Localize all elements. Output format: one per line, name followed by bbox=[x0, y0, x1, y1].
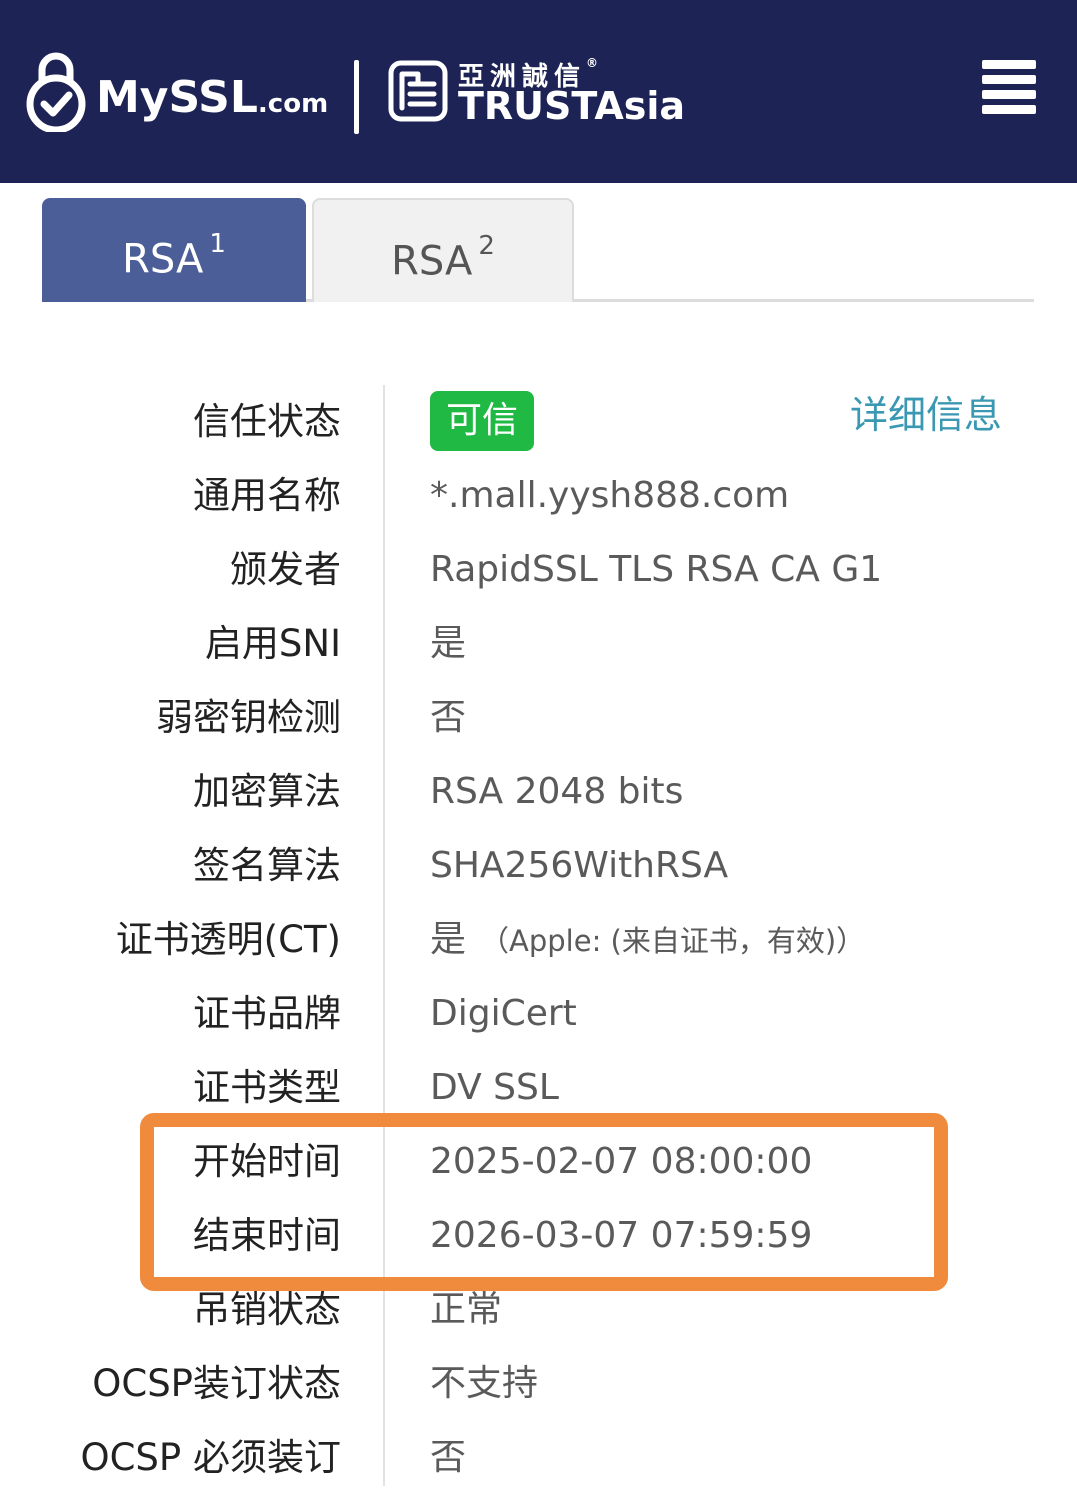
row-label: 证书类型 bbox=[193, 1066, 341, 1109]
trustasia-logo-icon bbox=[388, 60, 448, 122]
row-brand: 证书品牌 DigiCert bbox=[0, 977, 1077, 1051]
row-value: 2026-03-07 07:59:59 bbox=[430, 1215, 813, 1256]
brand-my: My bbox=[96, 72, 169, 123]
row-value: RapidSSL TLS RSA CA G1 bbox=[430, 549, 883, 590]
row-ocsp-must-staple: OCSP 必须装订 否 bbox=[0, 1421, 1077, 1495]
trust-status-badge: 可信 bbox=[430, 391, 535, 451]
row-value: 否 bbox=[430, 1437, 467, 1478]
row-value: 正常 bbox=[430, 1289, 503, 1330]
myssl-logo[interactable]: MySSL.com bbox=[24, 48, 344, 138]
row-value: RSA 2048 bits bbox=[430, 771, 684, 812]
registered-mark: ® bbox=[586, 56, 599, 70]
row-cert-type: 证书类型 DV SSL bbox=[0, 1051, 1077, 1125]
logo-divider bbox=[354, 60, 359, 134]
row-issuer: 颁发者 RapidSSL TLS RSA CA G1 bbox=[0, 533, 1077, 607]
trustasia-logo[interactable]: 亞洲誠信® TRUSTAsia bbox=[388, 56, 688, 136]
row-signature: 签名算法 SHA256WithRSA bbox=[0, 829, 1077, 903]
row-label: 证书透明(CT) bbox=[115, 918, 341, 961]
row-value: DigiCert bbox=[430, 993, 577, 1034]
lock-check-icon bbox=[26, 52, 86, 132]
row-value: *.mall.yysh888.com bbox=[430, 475, 790, 516]
row-common-name: 通用名称 *.mall.yysh888.com bbox=[0, 459, 1077, 533]
row-value: 2025-02-07 08:00:00 bbox=[430, 1141, 813, 1182]
row-label: 信任状态 bbox=[193, 400, 341, 443]
row-label: 吊销状态 bbox=[193, 1288, 341, 1331]
row-label: 弱密钥检测 bbox=[156, 696, 341, 739]
row-label: 通用名称 bbox=[193, 474, 341, 517]
row-label: 颁发者 bbox=[230, 548, 341, 591]
key-type-tabs: RSA 1 RSA 2 bbox=[42, 198, 1036, 304]
tab-rsa-1[interactable]: RSA 1 bbox=[42, 198, 306, 302]
row-ocsp-stapling: OCSP装订状态 不支持 bbox=[0, 1347, 1077, 1421]
row-label: OCSP 必须装订 bbox=[80, 1436, 341, 1479]
row-value: SHA256WithRSA bbox=[430, 845, 729, 886]
hamburger-menu-icon[interactable] bbox=[982, 60, 1036, 114]
brand-dotcom: .com bbox=[257, 89, 329, 119]
row-trust-status: 信任状态 可信 bbox=[0, 385, 1077, 459]
row-label: 证书品牌 bbox=[193, 992, 341, 1035]
row-encryption: 加密算法 RSA 2048 bits bbox=[0, 755, 1077, 829]
row-value: 可信 bbox=[430, 385, 535, 459]
row-value: 是 （Apple: (来自证书，有效)） bbox=[430, 903, 865, 977]
tab-label: RSA bbox=[122, 236, 204, 283]
tab-index: 1 bbox=[209, 229, 226, 259]
row-end-time: 结束时间 2026-03-07 07:59:59 bbox=[0, 1199, 1077, 1273]
row-value: 是 bbox=[430, 623, 467, 664]
row-value: DV SSL bbox=[430, 1067, 559, 1108]
site-header: MySSL.com 亞洲誠信® TRUSTAsia bbox=[0, 0, 1077, 183]
myssl-wordmark: MySSL.com bbox=[96, 70, 328, 132]
row-sni: 启用SNI 是 bbox=[0, 607, 1077, 681]
row-value: 否 bbox=[430, 697, 467, 738]
row-revocation: 吊销状态 正常 bbox=[0, 1273, 1077, 1347]
row-label: 签名算法 bbox=[193, 844, 341, 887]
row-weak-key: 弱密钥检测 否 bbox=[0, 681, 1077, 755]
ct-value: 是 bbox=[430, 919, 467, 960]
row-value: 不支持 bbox=[430, 1363, 539, 1404]
ct-note: （Apple: (来自证书，有效)） bbox=[480, 924, 866, 958]
row-start-time: 开始时间 2025-02-07 08:00:00 bbox=[0, 1125, 1077, 1199]
tab-rsa-2[interactable]: RSA 2 bbox=[312, 198, 574, 302]
row-label: 加密算法 bbox=[193, 770, 341, 813]
tab-index: 2 bbox=[478, 231, 495, 261]
brand-ssl: SSL bbox=[168, 72, 258, 123]
row-label: OCSP装订状态 bbox=[92, 1362, 341, 1405]
row-ct: 证书透明(CT) 是 （Apple: (来自证书，有效)） bbox=[0, 903, 1077, 977]
partner-en-name: TRUSTAsia bbox=[458, 84, 686, 128]
row-label: 开始时间 bbox=[193, 1140, 341, 1183]
row-label: 结束时间 bbox=[193, 1214, 341, 1257]
tab-label: RSA bbox=[391, 238, 473, 285]
row-label: 启用SNI bbox=[204, 622, 341, 665]
